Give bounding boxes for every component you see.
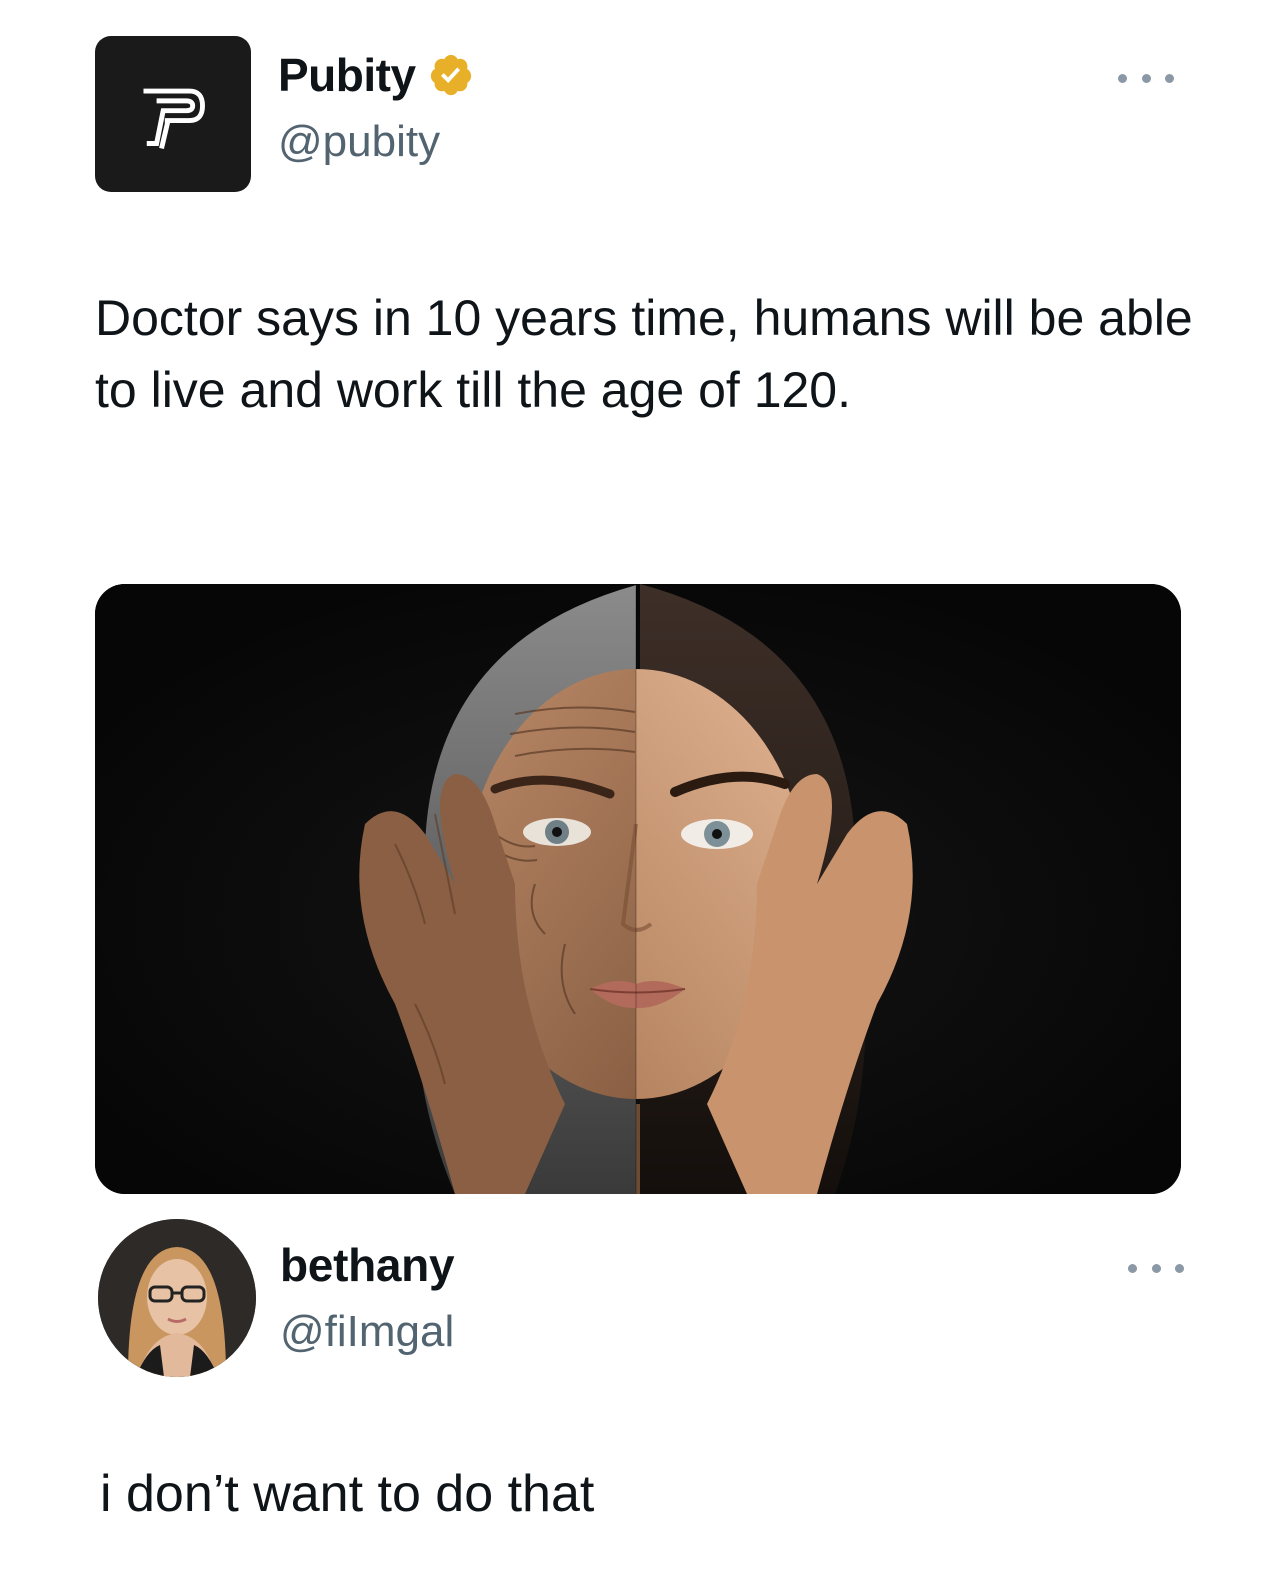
user-photo-icon: [98, 1219, 256, 1377]
pubity-logo-icon: [143, 88, 205, 150]
post-image[interactable]: [95, 584, 1181, 1194]
dot: [1118, 73, 1127, 83]
post-text: Doctor says in 10 years time, humans wil…: [95, 290, 1193, 418]
reply-text: i don’t want to do that: [100, 1465, 595, 1523]
pubity-avatar[interactable]: [95, 36, 251, 192]
verified-badge-icon: [430, 54, 471, 96]
more-horizontal-icon[interactable]: [1118, 68, 1174, 88]
reply-author-name[interactable]: bethany: [280, 1242, 455, 1288]
post-author-name[interactable]: Pubity: [278, 52, 474, 98]
dot: [1175, 1263, 1184, 1273]
reply-avatar[interactable]: [98, 1219, 256, 1377]
dot: [1151, 1263, 1161, 1273]
post-author-name-text[interactable]: Pubity: [278, 52, 416, 98]
more-horizontal-icon[interactable]: [1128, 1258, 1184, 1278]
dot: [1141, 73, 1151, 83]
dot: [1165, 73, 1174, 83]
post-author-handle[interactable]: @pubity: [278, 120, 440, 164]
reply-author-handle[interactable]: @fiImgal: [280, 1310, 454, 1354]
aging-face-illustration: [95, 584, 1181, 1194]
dot: [1128, 1263, 1137, 1273]
